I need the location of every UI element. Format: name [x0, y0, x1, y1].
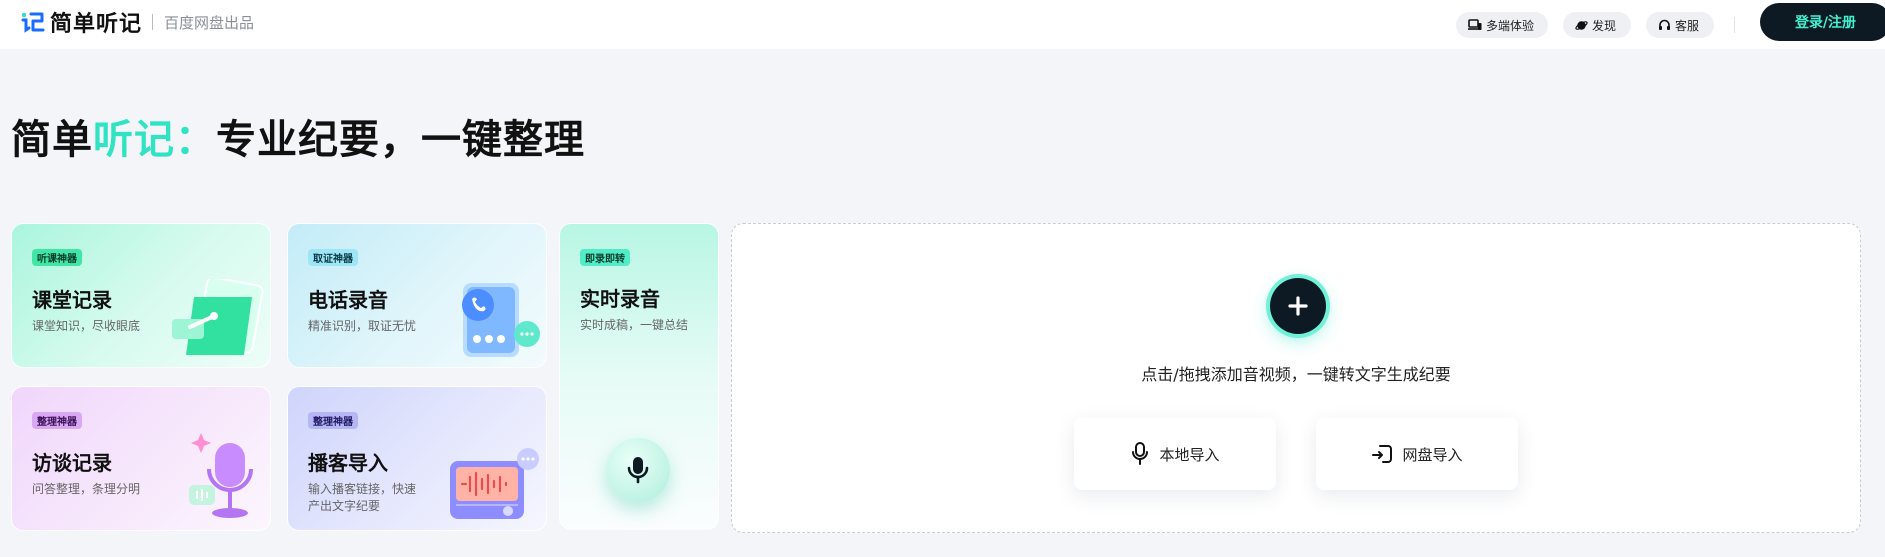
- phone-call-icon: [462, 283, 540, 357]
- headset-icon: [1659, 19, 1670, 30]
- card-desc: 精准识别，取证无忧: [308, 319, 417, 333]
- plus-icon: [1288, 296, 1308, 316]
- brand-name: 简单听记: [50, 12, 143, 37]
- card-desc: 问答整理，条理分明: [32, 482, 141, 496]
- card-title: 电话录音: [308, 288, 388, 312]
- card-tag: 听课神器: [32, 249, 82, 266]
- header-divider: [1734, 17, 1735, 33]
- nav-support[interactable]: 客服: [1646, 12, 1714, 38]
- microphone-icon: [627, 457, 649, 484]
- brand-divider: [152, 14, 154, 30]
- local-import-label: 本地导入: [1159, 445, 1220, 464]
- headline-highlight: 听记：: [93, 117, 216, 163]
- card-title: 播客导入: [308, 451, 388, 475]
- login-register-button[interactable]: 登录/注册: [1760, 3, 1885, 41]
- headline-part3: 专业纪要，一键整理: [216, 117, 585, 163]
- cloud-import-button[interactable]: 网盘导入: [1316, 418, 1518, 490]
- radio-icon: [450, 448, 539, 519]
- card-classroom[interactable]: 听课神器 课堂记录 课堂知识，尽收眼底: [11, 223, 271, 368]
- upload-dropzone[interactable]: 点击/拖拽添加音视频，一键转文字生成纪要 本地导入 网盘导入: [731, 223, 1861, 533]
- card-title: 课堂记录: [32, 288, 112, 312]
- card-title: 访谈记录: [32, 451, 112, 475]
- card-tag: 整理神器: [32, 412, 82, 429]
- card-desc: 课堂知识，尽收眼底: [32, 319, 141, 333]
- planet-icon: [1575, 20, 1588, 30]
- devices-icon: [1468, 19, 1482, 30]
- card-phone-recording[interactable]: 取证神器 电话录音 精准识别，取证无忧: [287, 223, 547, 368]
- notebook-icon: [172, 279, 264, 355]
- card-desc: 实时成稿，一键总结: [580, 318, 689, 332]
- logo[interactable]: 简单听记 百度网盘出品: [20, 9, 255, 37]
- import-arrow-icon: [1372, 445, 1393, 463]
- card-tag: 取证神器: [308, 249, 358, 266]
- nav-discover[interactable]: 发现: [1563, 12, 1631, 38]
- nav-label: 发现: [1592, 18, 1617, 33]
- card-podcast-import[interactable]: 整理神器 播客导入 输入播客链接，快速 产出文字纪要: [287, 386, 547, 531]
- nav-multi-device[interactable]: 多端体验: [1456, 12, 1548, 38]
- cloud-import-label: 网盘导入: [1402, 445, 1463, 464]
- page-headline: 简单听记：专业纪要，一键整理: [11, 107, 585, 165]
- card-tag: 整理神器: [308, 412, 358, 429]
- add-file-button[interactable]: [1270, 278, 1326, 334]
- microphone-icon: [1132, 442, 1149, 465]
- interview-microphone-icon: [189, 433, 253, 518]
- local-import-button[interactable]: 本地导入: [1074, 418, 1276, 490]
- card-desc: 输入播客链接，快速 产出文字纪要: [308, 481, 416, 515]
- nav-label: 多端体验: [1486, 18, 1535, 33]
- top-header: 简单听记 百度网盘出品 多端体验 发现 客服 登录/注册: [0, 0, 1885, 49]
- card-realtime-recording[interactable]: 即录即转 实时录音 实时成稿，一键总结: [559, 223, 719, 530]
- brand-subtitle: 百度网盘出品: [164, 13, 255, 32]
- nav-label: 客服: [1675, 18, 1700, 33]
- record-button[interactable]: [606, 438, 670, 502]
- card-title: 实时录音: [580, 287, 660, 311]
- card-desc-line: 输入播客链接，快速: [308, 482, 417, 496]
- card-interview[interactable]: 整理神器 访谈记录 问答整理，条理分明: [11, 386, 271, 531]
- card-desc-line: 产出文字纪要: [308, 499, 381, 513]
- logo-mark-icon: [20, 9, 46, 35]
- card-tag: 即录即转: [580, 249, 630, 266]
- headline-part1: 简单: [11, 117, 93, 163]
- upload-hint: 点击/拖拽添加音视频，一键转文字生成纪要: [1141, 365, 1451, 384]
